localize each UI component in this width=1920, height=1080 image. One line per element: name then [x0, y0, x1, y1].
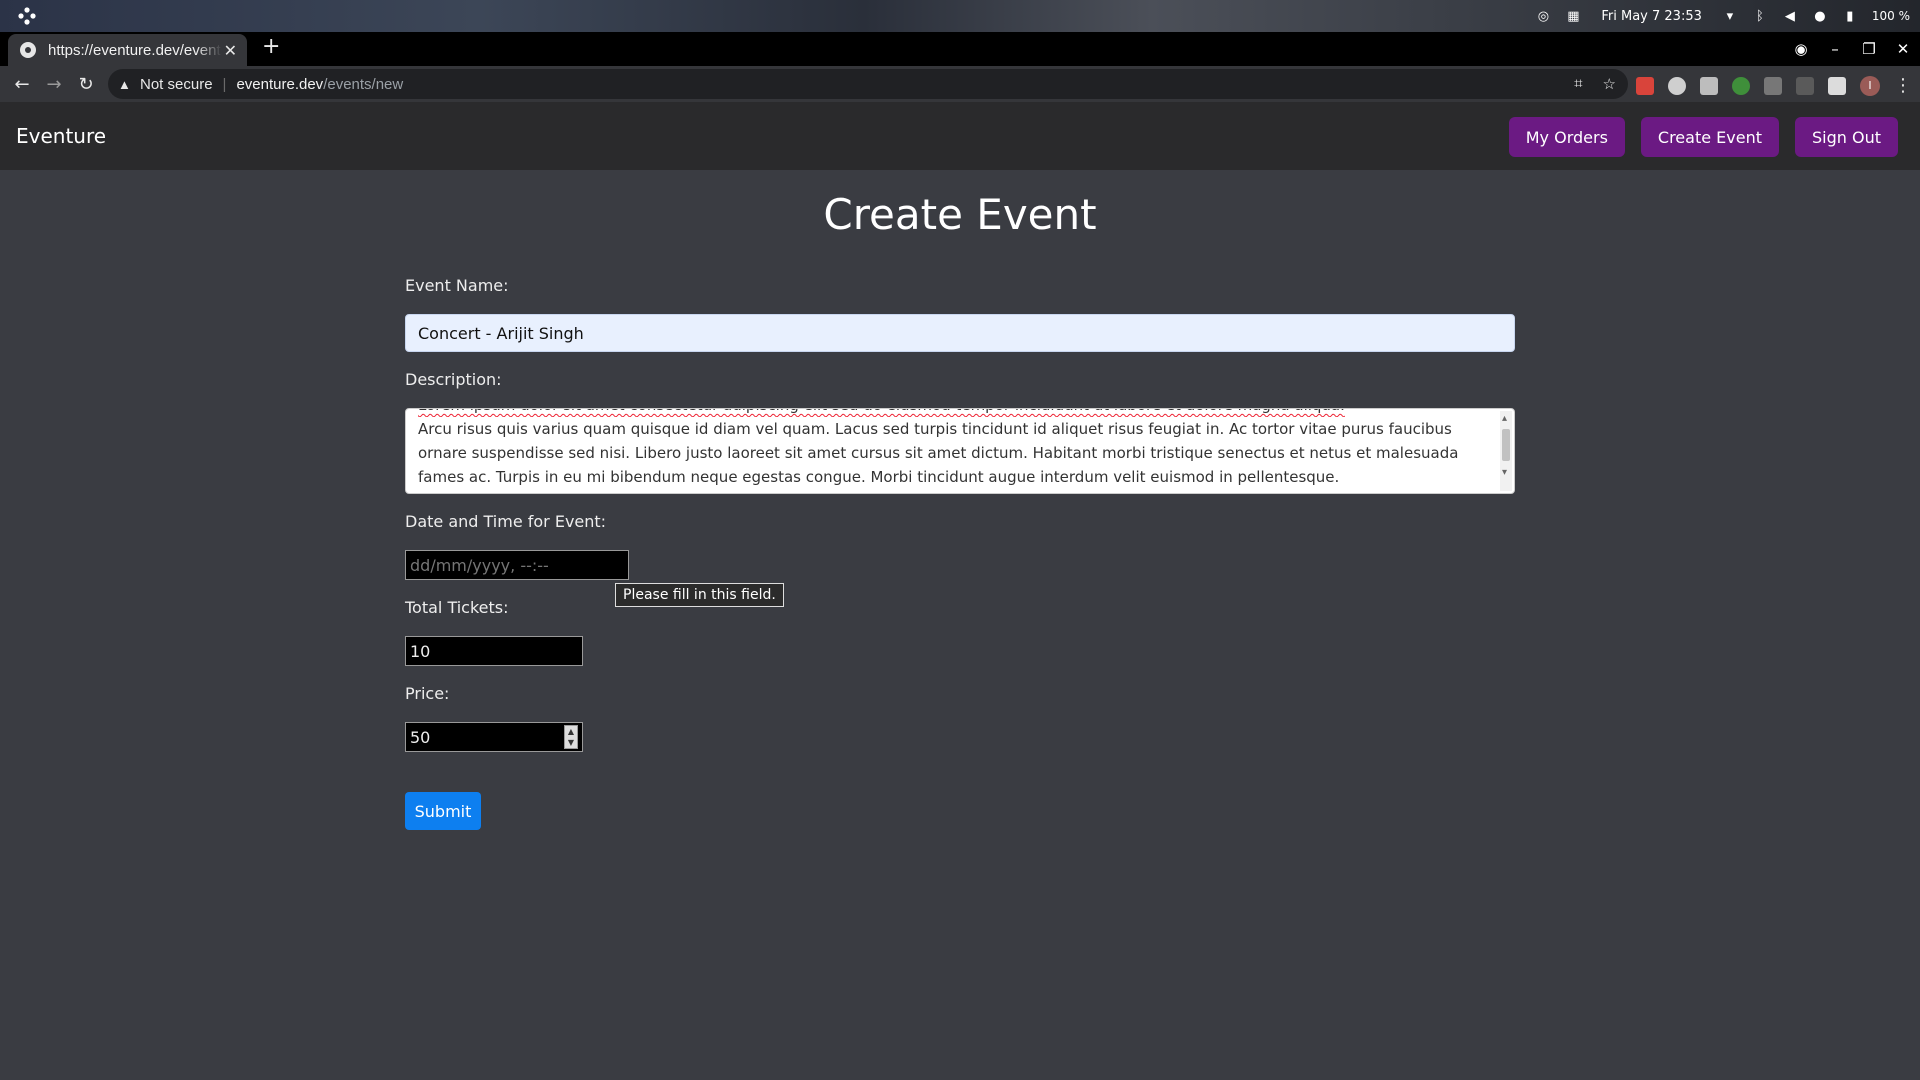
- brand-logo[interactable]: Eventure: [16, 124, 106, 148]
- os-status-area: ◎ ▦ Fri May 7 23:53 ▾ ᛒ ◀ ● ▮ 100 %: [1535, 0, 1910, 32]
- restore-icon[interactable]: ❐: [1852, 40, 1886, 58]
- translate-icon[interactable]: ⌗: [1574, 75, 1582, 93]
- obs-icon[interactable]: ◎: [1535, 8, 1551, 24]
- datetime-input[interactable]: [405, 550, 629, 580]
- wifi-icon[interactable]: ▾: [1722, 8, 1738, 24]
- warning-icon[interactable]: ▲: [118, 77, 132, 92]
- globe-icon: [20, 42, 36, 58]
- close-window-icon[interactable]: ✕: [1886, 40, 1920, 58]
- create-event-button[interactable]: Create Event: [1640, 117, 1779, 157]
- omnibox-actions: ⌗ ☆: [1574, 75, 1616, 93]
- bluetooth-icon[interactable]: ᛒ: [1752, 8, 1768, 24]
- omnibox-separator: |: [222, 75, 227, 93]
- app-navbar: Eventure My Orders Create Event Sign Out: [0, 102, 1920, 170]
- window-controls: ◉ – ❐ ✕: [1784, 32, 1920, 66]
- more-menu-icon[interactable]: ⋮: [1894, 75, 1912, 96]
- browser-tab-strip: https://eventure.dev/events/new ✕: [0, 32, 1920, 66]
- description-textarea[interactable]: Lorem ipsum dolor sit amet consectetur a…: [405, 408, 1515, 494]
- screen-icon[interactable]: ▦: [1565, 8, 1581, 24]
- mic-icon[interactable]: ●: [1812, 8, 1828, 24]
- price-stepper[interactable]: ▲ ▼: [564, 725, 578, 749]
- url-path[interactable]: /events/new: [323, 76, 403, 93]
- os-clock[interactable]: Fri May 7 23:53: [1601, 9, 1702, 24]
- chrome-menu-icon[interactable]: ◉: [1784, 40, 1818, 58]
- activities-icon[interactable]: [18, 7, 36, 25]
- event-name-label: Event Name:: [405, 276, 509, 295]
- address-bar[interactable]: ▲ Not secure | eventure.dev/events/new ⌗…: [108, 69, 1628, 99]
- extension-a-icon[interactable]: [1764, 76, 1782, 95]
- event-name-input[interactable]: [405, 314, 1515, 352]
- back-arrow-icon[interactable]: ←: [6, 74, 38, 95]
- bookmark-star-icon[interactable]: ☆: [1603, 75, 1616, 93]
- extension-folder-icon[interactable]: [1700, 76, 1718, 95]
- close-tab-icon[interactable]: ✕: [224, 41, 237, 60]
- datetime-label: Date and Time for Event:: [405, 512, 607, 531]
- sign-out-button[interactable]: Sign Out: [1795, 117, 1898, 157]
- volume-icon[interactable]: ◀: [1782, 8, 1798, 24]
- extension-circle-icon[interactable]: [1668, 76, 1686, 95]
- minimize-icon[interactable]: –: [1818, 40, 1852, 58]
- total-tickets-label: Total Tickets:: [405, 598, 509, 617]
- extension-gray-icon[interactable]: [1796, 76, 1814, 95]
- nav-buttons: My Orders Create Event Sign Out: [1508, 117, 1898, 157]
- profile-avatar[interactable]: I: [1860, 75, 1880, 96]
- new-tab-button[interactable]: +: [262, 36, 280, 58]
- puzzle-icon[interactable]: [1828, 76, 1846, 95]
- extension-red-icon[interactable]: [1636, 76, 1654, 95]
- validation-tooltip: Please fill in this field.: [615, 583, 784, 607]
- total-tickets-input[interactable]: [405, 636, 583, 666]
- price-input[interactable]: [405, 722, 583, 752]
- tab-title: https://eventure.dev/events/new: [48, 41, 222, 59]
- scrollbar-thumb[interactable]: [1502, 429, 1510, 461]
- url-host[interactable]: eventure.dev: [236, 76, 323, 93]
- battery-icon[interactable]: ▮: [1842, 8, 1858, 24]
- reload-icon[interactable]: ↻: [70, 74, 102, 95]
- os-top-bar: ◎ ▦ Fri May 7 23:53 ▾ ᛒ ◀ ● ▮ 100 %: [0, 0, 1920, 32]
- submit-button[interactable]: Submit: [405, 792, 481, 830]
- my-orders-button[interactable]: My Orders: [1508, 117, 1625, 157]
- security-label[interactable]: Not secure: [140, 76, 213, 93]
- browser-tab[interactable]: https://eventure.dev/events/new ✕: [8, 34, 247, 66]
- extension-bar: I ⋮: [1636, 75, 1912, 96]
- description-text: Arcu risus quis varius quam quisque id d…: [418, 420, 1459, 486]
- forward-arrow-icon[interactable]: →: [38, 74, 70, 95]
- extension-tree-icon[interactable]: [1732, 76, 1750, 95]
- browser-toolbar: ← → ↻ ▲ Not secure | eventure.dev/events…: [0, 66, 1920, 102]
- price-label: Price:: [405, 684, 450, 703]
- page-title: Create Event: [823, 190, 1097, 239]
- textarea-scrollbar[interactable]: [1500, 409, 1512, 491]
- description-hidden-line: Lorem ipsum dolor sit amet consectetur a…: [418, 409, 1484, 417]
- description-label: Description:: [405, 370, 502, 389]
- battery-percentage: 100 %: [1871, 9, 1910, 23]
